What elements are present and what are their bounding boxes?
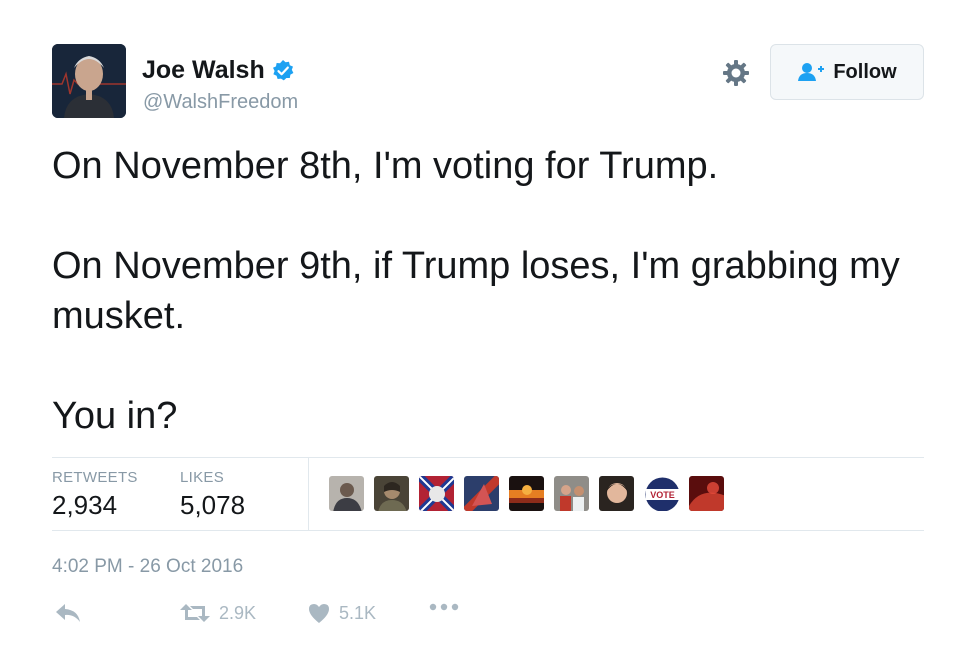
follow-person-icon: [798, 63, 825, 81]
likers-avatars: VOTE: [328, 475, 733, 512]
vote-badge-text: VOTE: [650, 490, 675, 500]
liker-avatar[interactable]: [598, 475, 635, 512]
retweets-stat[interactable]: RETWEETS 2,934: [52, 469, 138, 521]
verified-badge-icon: [271, 59, 295, 83]
liker-avatar[interactable]: VOTE: [643, 475, 680, 512]
retweet-icon: [180, 604, 210, 622]
more-options-button[interactable]: [428, 602, 460, 612]
liker-avatar[interactable]: [328, 475, 365, 512]
reply-icon: [56, 604, 80, 622]
gear-icon[interactable]: [720, 57, 752, 89]
more-dots-icon: [429, 603, 459, 611]
like-count: 5.1K: [339, 602, 377, 623]
likes-value[interactable]: 5,078: [180, 490, 245, 521]
liker-avatar[interactable]: [688, 475, 725, 512]
divider: [52, 457, 924, 458]
user-handle[interactable]: @WalshFreedom: [143, 91, 298, 114]
avatar[interactable]: [52, 44, 126, 118]
heart-icon: [309, 604, 329, 623]
liker-avatar[interactable]: [373, 475, 410, 512]
reply-button[interactable]: [54, 602, 82, 624]
tweet-timestamp[interactable]: 4:02 PM - 26 Oct 2016: [52, 556, 243, 578]
display-name[interactable]: Joe Walsh: [142, 56, 295, 85]
retweets-label: RETWEETS: [52, 469, 138, 486]
tweet-paragraph: You in?: [52, 395, 178, 437]
divider: [52, 530, 924, 531]
follow-button[interactable]: Follow: [770, 44, 924, 100]
retweet-button[interactable]: 2.9K: [179, 602, 256, 624]
liker-avatar[interactable]: [418, 475, 455, 512]
follow-button-label[interactable]: Follow: [833, 61, 896, 84]
liker-avatar[interactable]: [463, 475, 500, 512]
stats-separator: [308, 458, 309, 530]
retweet-count: 2.9K: [219, 602, 257, 623]
likes-stat[interactable]: LIKES 5,078: [180, 469, 245, 521]
liker-avatar[interactable]: [508, 475, 545, 512]
retweets-value[interactable]: 2,934: [52, 490, 138, 521]
likes-label: LIKES: [180, 469, 225, 486]
tweet-paragraph: On November 8th, I'm voting for Trump.: [52, 145, 719, 187]
liker-avatar[interactable]: [553, 475, 590, 512]
tweet-paragraph: On November 9th, if Trump loses, I'm gra…: [52, 245, 900, 337]
tweet-text: On November 8th, I'm voting for Trump. O…: [52, 141, 932, 441]
display-name-text[interactable]: Joe Walsh: [142, 56, 265, 85]
like-button[interactable]: 5.1K: [307, 602, 376, 624]
